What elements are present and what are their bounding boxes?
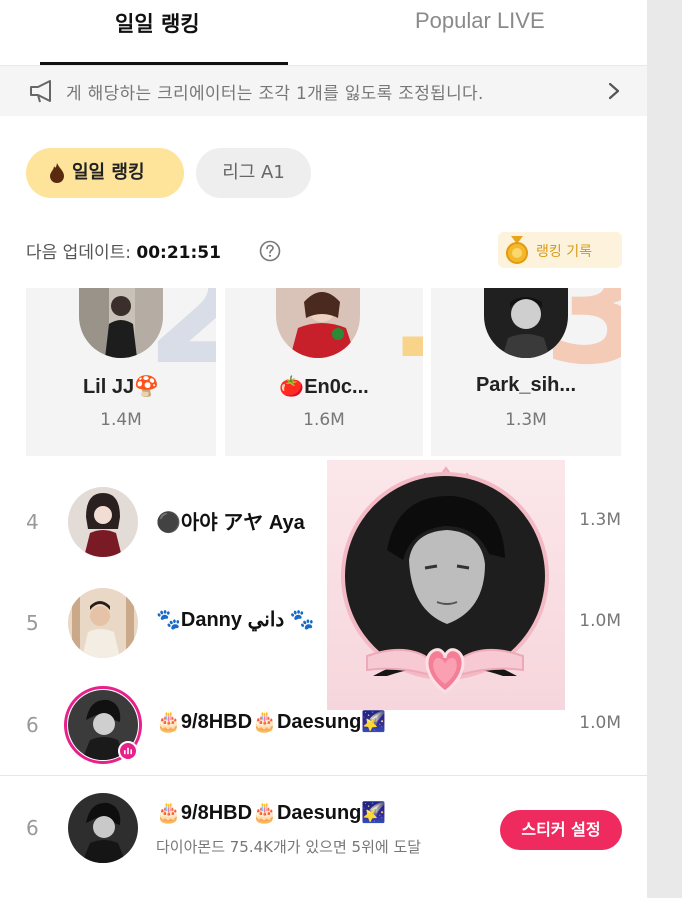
top3-card-2nd[interactable]: 2 Lil JJ🍄 1.4M bbox=[26, 288, 216, 456]
rank-number: 6 bbox=[26, 816, 39, 840]
creator-name: 🎂9/8HBD🎂Daesung🌠 bbox=[156, 802, 387, 824]
my-ranking-row[interactable]: 6 🎂9/8HBD🎂Daesung🌠 다이아몬드 75.4K개가 있으면 5위에… bbox=[0, 778, 647, 878]
sticker-frame bbox=[327, 460, 565, 710]
rank-number-large: 1 bbox=[385, 288, 423, 380]
top3-name: 🍅En0c... bbox=[279, 376, 369, 398]
avatar[interactable] bbox=[68, 793, 138, 863]
tab-popular-live[interactable]: Popular LIVE bbox=[415, 8, 545, 34]
top3-score: 1.3M bbox=[505, 410, 547, 430]
creator-score: 1.0M bbox=[579, 611, 621, 631]
next-update-label: 다음 업데이트: bbox=[26, 243, 131, 263]
side-strip bbox=[647, 0, 682, 898]
chip-daily-label: 일일 랭킹 bbox=[72, 162, 145, 183]
medal-icon bbox=[506, 236, 528, 264]
creator-score: 1.3M bbox=[579, 510, 621, 530]
tab-daily-ranking[interactable]: 일일 랭킹 bbox=[115, 8, 200, 38]
top3-score: 1.6M bbox=[303, 410, 345, 430]
divider bbox=[0, 775, 647, 776]
megaphone-icon bbox=[30, 80, 51, 103]
ranking-record-button[interactable]: 랭킹 기록 bbox=[498, 232, 622, 268]
creator-name: ⚫아야 アヤ Aya bbox=[156, 512, 305, 534]
next-update: 다음 업데이트: 00:21:51 bbox=[26, 238, 221, 263]
top3-card-1st[interactable]: 1 🍅En0c... 1.6M bbox=[225, 288, 423, 456]
flame-icon bbox=[50, 163, 64, 183]
active-tab-indicator bbox=[40, 62, 288, 65]
avatar[interactable] bbox=[68, 588, 138, 658]
top3-score: 1.4M bbox=[100, 410, 142, 430]
rank-number: 4 bbox=[26, 510, 39, 534]
ranking-record-label: 랭킹 기록 bbox=[536, 244, 592, 260]
creator-name: 🎂9/8HBD🎂Daesung🌠 bbox=[156, 711, 387, 733]
creator-name: 🐾Danny داني 🐾 bbox=[156, 609, 315, 631]
rank-number: 5 bbox=[26, 611, 39, 635]
live-equalizer-icon bbox=[118, 741, 138, 761]
avatar[interactable] bbox=[68, 487, 138, 557]
next-update-time: 00:21:51 bbox=[136, 243, 221, 263]
notice-text: 게 해당하는 크리에이터는 조각 1개를 잃도록 조정됩니다. bbox=[66, 84, 484, 104]
notice-banner[interactable]: 게 해당하는 크리에이터는 조각 1개를 잃도록 조정됩니다. bbox=[0, 66, 647, 116]
top3-card-3rd[interactable]: 3 Park_sih... 1.3M bbox=[431, 288, 621, 456]
avatar[interactable] bbox=[276, 288, 360, 358]
help-icon[interactable] bbox=[259, 240, 281, 262]
chip-league-a1[interactable]: 리그 A1 bbox=[196, 148, 311, 198]
top3-name: Lil JJ🍄 bbox=[82, 376, 160, 398]
diamond-goal-text: 다이아몬드 75.4K개가 있으면 5위에 도달 bbox=[156, 838, 422, 856]
chevron-right-icon[interactable] bbox=[603, 80, 625, 102]
top3-name: Park_sih... bbox=[475, 374, 577, 396]
profile-sticker-overlay[interactable] bbox=[327, 460, 565, 710]
tab-bar: 일일 랭킹 Popular LIVE bbox=[0, 0, 647, 66]
creator-score: 1.0M bbox=[579, 713, 621, 733]
ranking-panel: 일일 랭킹 Popular LIVE 게 해당하는 크리에이터는 조각 1개를 … bbox=[0, 0, 647, 898]
sticker-settings-button[interactable]: 스티커 설정 bbox=[500, 810, 622, 850]
rank-number: 6 bbox=[26, 713, 39, 737]
chip-daily-ranking[interactable]: 일일 랭킹 bbox=[26, 148, 184, 198]
